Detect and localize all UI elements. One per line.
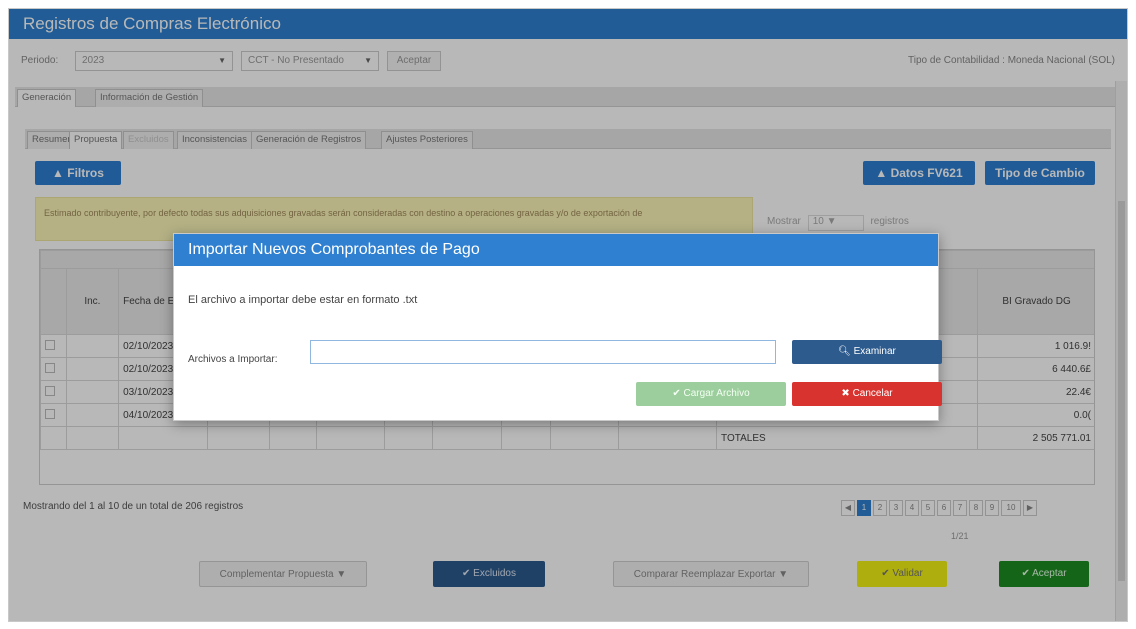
examinar-button[interactable]: 🔍︎ Examinar: [792, 340, 942, 364]
check-icon: ✔: [672, 388, 684, 399]
dialog-title: Importar Nuevos Comprobantes de Pago: [174, 234, 938, 266]
app-window: Registros de Compras Electrónico Periodo…: [8, 8, 1128, 622]
file-field-label: Archivos a Importar:: [188, 354, 278, 365]
close-icon: ✖: [841, 388, 853, 399]
dialog-message: El archivo a importar debe estar en form…: [188, 294, 418, 306]
search-icon: 🔍︎: [838, 346, 854, 357]
cancelar-label: Cancelar: [852, 388, 893, 399]
file-input[interactable]: [310, 340, 776, 364]
cargar-label: Cargar Archivo: [683, 388, 750, 399]
cancelar-button[interactable]: ✖ Cancelar: [792, 382, 942, 406]
examinar-label: Examinar: [853, 346, 896, 357]
import-dialog: Importar Nuevos Comprobantes de Pago El …: [173, 233, 942, 421]
cargar-archivo-button[interactable]: ✔ Cargar Archivo: [636, 382, 786, 406]
